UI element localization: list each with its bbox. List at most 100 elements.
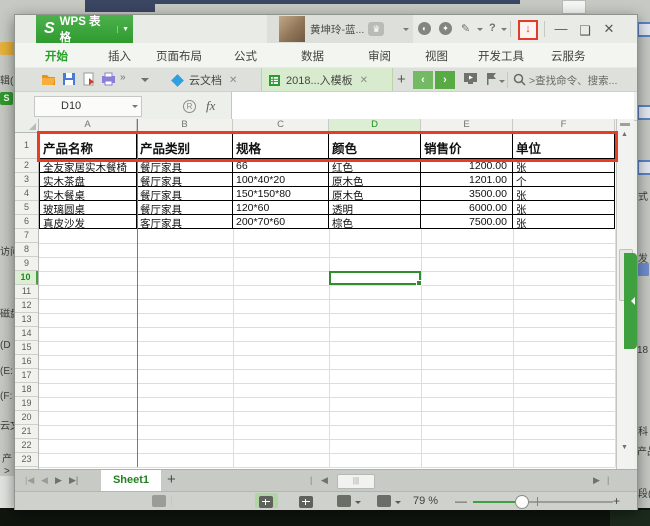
cell[interactable]: 张 <box>513 215 615 229</box>
row-header-7[interactable]: 7 <box>15 229 38 243</box>
normal-view-button[interactable] <box>255 493 278 508</box>
zoom-slider-thumb[interactable] <box>515 495 529 509</box>
row-header-21[interactable]: 21 <box>15 425 38 439</box>
row-header-4[interactable]: 4 <box>15 187 38 201</box>
last-sheet-icon[interactable]: ▶| <box>69 475 78 486</box>
account-area[interactable]: 黄坤玲-蓝... ♛ <box>267 15 413 43</box>
cell[interactable]: 真皮沙发 <box>39 215 137 229</box>
cell[interactable]: 棕色 <box>329 215 421 229</box>
share-flag-icon[interactable] <box>485 72 498 85</box>
search-input[interactable]: >查找命令、搜索... <box>529 73 633 88</box>
cell[interactable]: 餐厅家具 <box>137 173 233 187</box>
plugin-icon[interactable]: ✦ <box>439 22 452 35</box>
maximize-button[interactable]: ❑ <box>576 23 594 39</box>
cell[interactable]: 实木餐桌 <box>39 187 137 201</box>
new-tab-icon[interactable]: + <box>397 71 406 88</box>
menu-tab-视图[interactable]: 视图 <box>425 48 448 64</box>
layout-option-icon[interactable] <box>337 495 351 507</box>
cell[interactable]: 张 <box>513 201 615 215</box>
hscroll-right-icon[interactable]: ▶ <box>593 475 600 486</box>
hscroll-thumb[interactable]: ||| <box>337 474 375 489</box>
row-header-11[interactable]: 11 <box>15 285 38 299</box>
row-header-2[interactable]: 2 <box>15 159 38 173</box>
chevron-down-icon[interactable]: ▼ <box>117 26 133 33</box>
cell[interactable]: 餐厅家具 <box>137 187 233 201</box>
cell[interactable]: 200*70*60 <box>233 215 329 229</box>
row-header-10[interactable]: 10 <box>15 271 38 285</box>
zoom-in-icon[interactable]: + <box>613 494 620 508</box>
help-icon[interactable]: ? <box>489 22 496 34</box>
cell[interactable]: 餐厅家具 <box>137 201 233 215</box>
highlight-option-icon[interactable] <box>377 495 391 507</box>
hscroll-left-icon[interactable]: ◀ <box>321 475 328 486</box>
menu-tab-开发工具[interactable]: 开发工具 <box>478 48 524 64</box>
cell[interactable]: 1201.00 <box>421 173 513 187</box>
clipboard-icon[interactable] <box>152 495 166 507</box>
side-panel-toggle[interactable] <box>624 253 637 349</box>
cell[interactable]: 透明 <box>329 201 421 215</box>
formula-input[interactable] <box>231 92 634 119</box>
row-header-15[interactable]: 15 <box>15 341 38 355</box>
cell[interactable]: 实木茶盘 <box>39 173 137 187</box>
menu-tab-页面布局[interactable]: 页面布局 <box>156 48 202 64</box>
menu-tab-云服务[interactable]: 云服务 <box>551 48 586 64</box>
row-header-22[interactable]: 22 <box>15 439 38 453</box>
cell[interactable]: 100*40*20 <box>233 173 329 187</box>
taskbar[interactable] <box>0 508 650 526</box>
prev-sheet-icon[interactable]: ◀ <box>41 475 48 486</box>
row-header-18[interactable]: 18 <box>15 383 38 397</box>
close-icon[interactable]: ✕ <box>229 75 237 86</box>
row-header-3[interactable]: 3 <box>15 173 38 187</box>
row-header-19[interactable]: 19 <box>15 397 38 411</box>
row-header-8[interactable]: 8 <box>15 243 38 257</box>
cell[interactable]: 原木色 <box>329 173 421 187</box>
menu-tab-审阅[interactable]: 审阅 <box>368 48 391 64</box>
split-handle[interactable] <box>620 123 630 126</box>
scroll-down-icon[interactable]: ▼ <box>621 444 628 451</box>
nav-forward-button[interactable]: › <box>435 71 455 89</box>
cell[interactable]: 个 <box>513 173 615 187</box>
chevron-down-icon[interactable] <box>403 28 409 34</box>
avatar[interactable] <box>279 16 305 42</box>
close-icon[interactable]: ✕ <box>360 75 368 86</box>
chevron-down-icon[interactable] <box>132 105 138 111</box>
menu-tab-开始[interactable]: 开始 <box>45 48 68 64</box>
theme-icon[interactable]: ◐ <box>418 22 431 35</box>
circled-r-icon[interactable]: R <box>183 100 196 113</box>
cell[interactable]: 6000.00 <box>421 201 513 215</box>
row-header-17[interactable]: 17 <box>15 369 38 383</box>
nav-back-button[interactable]: ‹ <box>413 71 433 89</box>
menu-tab-数据[interactable]: 数据 <box>301 48 324 64</box>
cell[interactable]: 玻璃圆桌 <box>39 201 137 215</box>
chevron-down-icon[interactable] <box>501 28 507 34</box>
row-header-6[interactable]: 6 <box>15 215 38 229</box>
zoom-out-icon[interactable]: — <box>455 494 467 508</box>
select-all-corner[interactable] <box>15 119 39 133</box>
add-sheet-icon[interactable]: + <box>167 471 176 488</box>
row-header-14[interactable]: 14 <box>15 327 38 341</box>
first-sheet-icon[interactable]: |◀ <box>25 475 34 486</box>
row-header-13[interactable]: 13 <box>15 313 38 327</box>
cell[interactable]: 3500.00 <box>421 187 513 201</box>
cell[interactable]: 150*150*80 <box>233 187 329 201</box>
sheet-tab[interactable]: Sheet1 <box>101 470 161 491</box>
chevron-down-icon[interactable] <box>355 501 361 507</box>
chevron-down-icon[interactable] <box>477 28 483 34</box>
save-icon[interactable] <box>62 72 76 86</box>
menu-tab-插入[interactable]: 插入 <box>108 48 131 64</box>
chevron-down-icon[interactable] <box>499 80 505 86</box>
more-tools-icon[interactable]: » <box>120 72 126 83</box>
row-header-5[interactable]: 5 <box>15 201 38 215</box>
cell[interactable]: 客厅家具 <box>137 215 233 229</box>
download-icon[interactable]: ↓ <box>518 20 538 40</box>
tab-active-document[interactable]: 2018...入模板 ✕ <box>261 68 393 92</box>
row-header-20[interactable]: 20 <box>15 411 38 425</box>
next-sheet-icon[interactable]: ▶ <box>55 475 62 486</box>
insert-function-icon[interactable]: fx <box>206 98 215 114</box>
print-icon[interactable] <box>101 72 116 86</box>
cell[interactable]: 原木色 <box>329 187 421 201</box>
scroll-up-icon[interactable]: ▲ <box>621 131 628 138</box>
row-header-12[interactable]: 12 <box>15 299 38 313</box>
selected-cell-D10[interactable] <box>329 271 421 285</box>
wps-logo-button[interactable]: S WPS 表格 ▼ <box>36 15 133 43</box>
